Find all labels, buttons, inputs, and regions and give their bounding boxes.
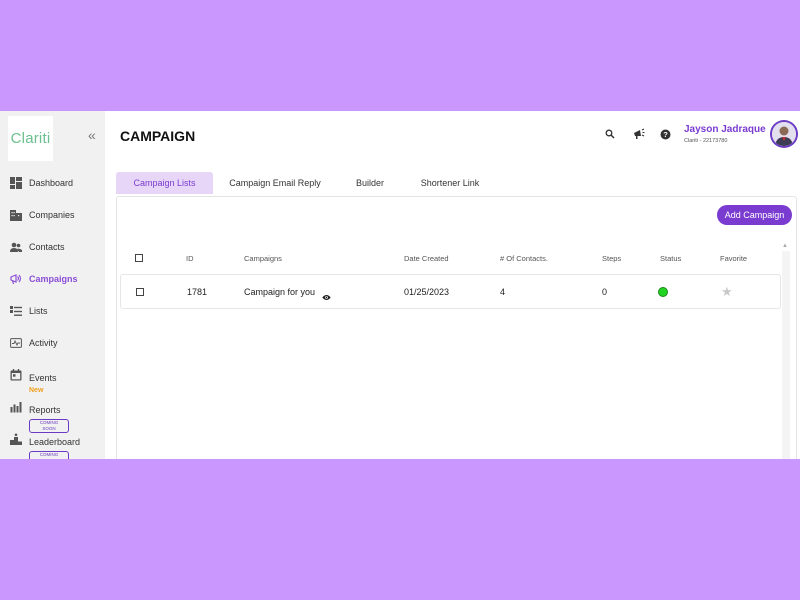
cell-id: 1781 bbox=[187, 287, 208, 297]
cell-steps: 0 bbox=[602, 287, 608, 297]
column-header-favorite[interactable]: Favorite bbox=[720, 254, 747, 263]
table-row[interactable] bbox=[120, 274, 781, 309]
sidebar-item-label: Contacts bbox=[29, 242, 65, 252]
column-header-id[interactable]: ID bbox=[186, 254, 194, 263]
user-org-id: Clariti - 22173780 bbox=[684, 138, 728, 144]
sidebar-item-label: Campaigns bbox=[29, 274, 78, 284]
svg-text:?: ? bbox=[663, 130, 668, 139]
dashboard-icon bbox=[10, 177, 22, 189]
logo-text: Clariti bbox=[10, 130, 51, 147]
table-scrollbar[interactable] bbox=[782, 251, 790, 459]
sidebar-item-label: Companies bbox=[29, 210, 75, 220]
sidebar-item-label: Reports bbox=[29, 405, 61, 415]
select-all-checkbox[interactable] bbox=[135, 254, 143, 262]
tab-shortener-link[interactable]: Shortener Link bbox=[412, 172, 488, 194]
column-header-contacts[interactable]: # Of Contacts. bbox=[500, 254, 548, 263]
sidebar-item-dashboard[interactable]: Dashboard bbox=[10, 176, 73, 190]
status-indicator[interactable] bbox=[658, 287, 668, 297]
sidebar-item-label: Activity bbox=[29, 338, 58, 348]
page-title: CAMPAIGN bbox=[120, 128, 196, 144]
sidebar-item-reports[interactable]: Reports COMING SOON bbox=[10, 400, 69, 433]
favorite-star-icon[interactable]: ★ bbox=[721, 285, 733, 298]
cell-campaign-name[interactable]: Campaign for you bbox=[244, 287, 315, 297]
calendar-icon bbox=[10, 369, 22, 381]
cell-date-created: 01/25/2023 bbox=[404, 287, 450, 297]
campaign-icon bbox=[10, 273, 22, 285]
tab-campaign-lists[interactable]: Campaign Lists bbox=[116, 172, 213, 194]
tab-campaign-email-reply[interactable]: Campaign Email Reply bbox=[223, 172, 327, 194]
app-window: Clariti « Dashboard Companies Contacts C… bbox=[0, 111, 800, 459]
megaphone-icon[interactable] bbox=[633, 128, 645, 140]
contacts-icon bbox=[10, 241, 22, 253]
user-name[interactable]: Jayson Jadraque bbox=[684, 124, 766, 135]
sidebar-item-label: Dashboard bbox=[29, 178, 74, 188]
add-campaign-button[interactable]: Add Campaign bbox=[717, 205, 792, 225]
column-header-steps[interactable]: Steps bbox=[602, 254, 621, 263]
activity-icon bbox=[10, 337, 22, 349]
sidebar-item-contacts[interactable]: Contacts bbox=[10, 240, 65, 254]
eye-icon[interactable] bbox=[322, 288, 331, 306]
cell-contacts: 4 bbox=[500, 287, 506, 297]
column-header-status[interactable]: Status bbox=[660, 254, 681, 263]
avatar[interactable] bbox=[770, 120, 798, 148]
search-icon[interactable] bbox=[604, 128, 616, 140]
sidebar-item-label: Leaderboard bbox=[29, 437, 81, 447]
campaign-list-panel bbox=[116, 196, 797, 459]
sidebar-item-lists[interactable]: Lists bbox=[10, 304, 48, 318]
sidebar-item-campaigns[interactable]: Campaigns bbox=[10, 272, 78, 286]
coming-soon-badge: COMING SOON bbox=[29, 451, 69, 459]
column-header-campaigns[interactable]: Campaigns bbox=[244, 254, 282, 263]
sidebar: Clariti « Dashboard Companies Contacts C… bbox=[0, 111, 105, 459]
scroll-up-arrow-icon[interactable]: ▲ bbox=[782, 243, 788, 249]
tab-builder[interactable]: Builder bbox=[346, 172, 394, 194]
sidebar-item-leaderboard[interactable]: Leaderboard COMING SOON bbox=[10, 432, 80, 459]
collapse-sidebar-icon[interactable]: « bbox=[88, 127, 96, 143]
list-icon bbox=[10, 305, 22, 317]
building-icon bbox=[10, 209, 22, 221]
coming-soon-badge: COMING SOON bbox=[29, 419, 69, 433]
column-header-date-created[interactable]: Date Created bbox=[404, 254, 449, 263]
podium-icon bbox=[10, 433, 22, 445]
chart-icon bbox=[10, 401, 22, 413]
logo: Clariti bbox=[8, 116, 53, 161]
sidebar-item-companies[interactable]: Companies bbox=[10, 208, 75, 222]
row-checkbox[interactable] bbox=[136, 288, 144, 296]
help-icon[interactable]: ? bbox=[659, 128, 671, 140]
sidebar-item-label: Events bbox=[29, 373, 57, 383]
sidebar-item-events[interactable]: Events New bbox=[10, 368, 57, 395]
sidebar-item-label: Lists bbox=[29, 306, 48, 316]
sidebar-item-activity[interactable]: Activity bbox=[10, 336, 58, 350]
new-badge: New bbox=[29, 387, 44, 394]
